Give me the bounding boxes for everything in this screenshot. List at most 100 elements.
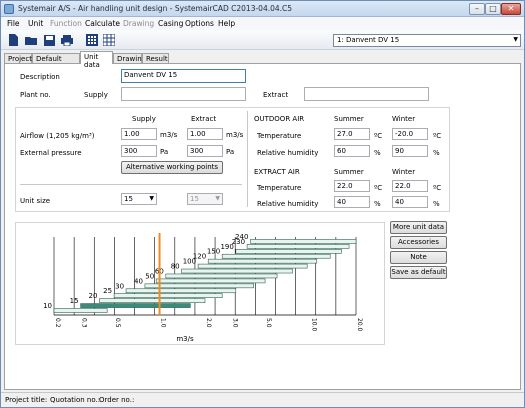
x-tick-label: 5.0 [265,318,272,328]
open-folder-icon[interactable] [24,33,38,47]
size-bar-60 [165,273,278,279]
description-input[interactable]: Danvent DV 15 [121,69,246,83]
window-title: Systemair A/S - Air handling unit design… [18,4,293,13]
chevron-down-icon: ▼ [149,195,154,202]
plant-supply-input[interactable] [121,87,246,101]
supply-label: Supply [84,91,108,99]
description-label: Description [20,73,60,81]
extract-rh-summer-unit: % [374,200,381,208]
calculator-icon[interactable] [85,33,99,47]
extract-winter-header: Winter [392,168,416,176]
x-tick-label: 0.5 [114,318,121,328]
extract-temp-summer-unit: ºC [374,184,383,192]
outdoor-temp-summer-unit: ºC [374,132,383,140]
size-bar-label: 50 [145,272,154,280]
outdoor-rh-label: Relative humidity [257,149,319,157]
airflow-extract-input[interactable]: 1.00 [187,128,223,140]
menu-unit[interactable]: Unit [28,19,43,28]
alternative-working-points-button[interactable]: Alternative working points [121,161,223,174]
outdoor-temp-winter-input[interactable]: -20.0 [392,128,428,140]
toolbar: 1: Danvent DV 15 ▼ [1,30,524,50]
menu-calculate[interactable]: Calculate [85,19,120,28]
chart-panel: 1015202530405060801001201501902302400.20… [15,222,385,345]
size-bar-80 [181,268,293,274]
menu-file[interactable]: File [7,19,20,28]
outdoor-rh-summer-input[interactable]: 60 [334,145,370,157]
size-bar-10 [53,308,108,313]
unit-size-extract-value: 15 [190,195,199,203]
size-bar-label: 20 [89,292,98,300]
extract-label: Extract [263,91,289,99]
close-button[interactable]: ✕ [501,3,521,15]
x-tick-label: 20.0 [356,318,363,332]
outdoor-winter-header: Winter [392,115,416,123]
minimize-button[interactable]: – [469,3,485,15]
size-bar-50 [155,278,266,284]
tab-unit-data[interactable]: Unit data [80,51,113,69]
x-tick-label: 10.0 [311,318,318,332]
airflow-label: Airflow (1,205 kg/m³) [20,132,95,140]
print-icon[interactable] [60,33,74,47]
airflow-supply-input[interactable]: 1.00 [121,128,157,140]
x-tick-label: 3.0 [232,318,239,328]
size-bar-label: 15 [70,297,79,305]
size-bar-150 [221,253,331,259]
size-bar-230 [246,244,350,249]
extract-rh-winter-input[interactable]: 40 [392,196,428,208]
x-tick-label: 0.3 [81,318,88,328]
extract-rh-summer-input[interactable]: 40 [334,196,370,208]
size-bar-30 [125,288,237,294]
pressure-supply-input[interactable]: 300 [121,145,157,157]
unit-select[interactable]: 1: Danvent DV 15 ▼ [333,34,521,47]
extract-rh-label: Relative humidity [257,200,319,208]
maximize-button[interactable]: □ [485,3,501,15]
extract-air-header: EXTRACT AIR [254,168,300,176]
pressure-extract-unit: Pa [226,148,235,156]
status-bar: Project title: Quotation no.: Order no.: [1,392,524,407]
unit-size-extract-select[interactable]: 15 ▼ [187,193,223,205]
menu-help[interactable]: Help [218,19,235,28]
save-as-default-button[interactable]: Save as default [390,266,447,279]
x-tick-label: 2.0 [205,318,212,328]
size-bar-label: 80 [171,263,180,271]
grid-icon[interactable] [102,33,116,47]
more-unit-data-button[interactable]: More unit data [390,221,447,234]
unit-select-value: 1: Danvent DV 15 [337,36,400,44]
unit-size-select[interactable]: 15 ▼ [121,193,157,205]
airflow-extract-unit: m3/s [226,131,244,139]
note-button[interactable]: Note [390,251,447,264]
menu-drawing[interactable]: Drawing [123,19,154,28]
accessories-button[interactable]: Accessories [390,236,447,249]
quotation-label: Quotation no.: [50,396,101,404]
app-icon [4,4,14,14]
plant-extract-input[interactable] [304,87,429,101]
outdoor-rh-winter-input[interactable]: 90 [392,145,428,157]
size-bar-label: 120 [193,253,206,261]
menu-options[interactable]: Options [185,19,214,28]
menu-bar: File Unit Function Calculate Drawing Cas… [1,17,524,30]
menu-casing[interactable]: Casing [158,19,183,28]
extract-temp-summer-input[interactable]: 22.0 [334,180,370,192]
unit-size-label: Unit size [20,197,51,205]
save-icon[interactable] [42,33,56,47]
menu-function[interactable]: Function [50,19,82,28]
chevron-down-icon: ▼ [513,36,518,43]
x-tick-label: 1.0 [160,318,167,328]
unit-size-value: 15 [124,195,133,203]
size-bar-20 [99,298,206,303]
extract-temp-winter-input[interactable]: 22.0 [392,180,428,192]
size-bar-25 [113,293,223,298]
size-bar-100 [197,263,308,269]
extract-header: Extract [191,115,217,123]
size-bar-label: 150 [207,248,220,256]
new-document-icon[interactable] [6,33,20,47]
outdoor-temp-winter-unit: ºC [433,132,442,140]
x-axis-label: m3/s [176,335,194,343]
title-bar: Systemair A/S - Air handling unit design… [1,1,524,17]
size-bar-label: 25 [103,287,112,295]
app-window: Systemair A/S - Air handling unit design… [0,0,525,408]
outdoor-temp-summer-input[interactable]: 27.0 [334,128,370,140]
project-title-label: Project title: [5,396,48,404]
size-bar-label: 40 [134,277,143,285]
pressure-extract-input[interactable]: 300 [187,145,223,157]
